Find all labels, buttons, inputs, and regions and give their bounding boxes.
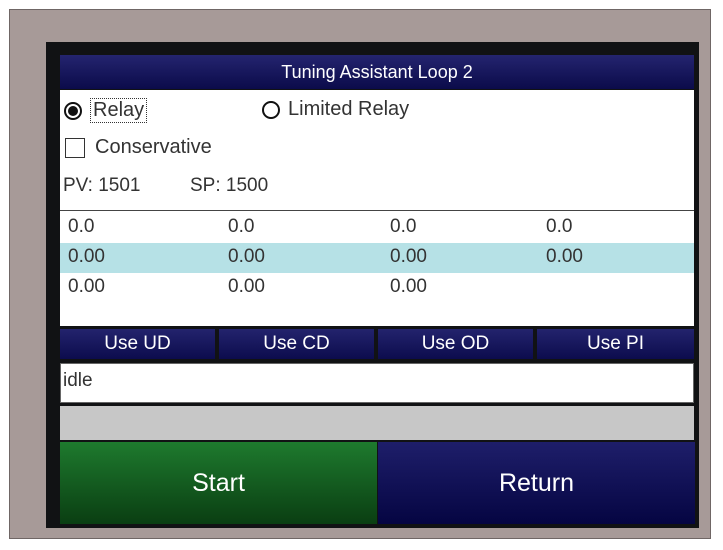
table-row: 0.00 0.00 0.00 0.00 <box>60 243 694 273</box>
conservative-label: Conservative <box>95 136 212 158</box>
table-cell: 0.0 <box>68 216 95 237</box>
table-cell: 0.00 <box>68 276 105 297</box>
table-cell: 0.0 <box>228 216 255 237</box>
start-button[interactable]: Start <box>60 442 377 524</box>
table-cell: 0.0 <box>546 216 573 237</box>
table-row: 0.00 0.00 0.00 <box>60 273 694 303</box>
checkbox-icon <box>65 137 85 158</box>
table-row: 0.0 0.0 0.0 0.0 <box>60 213 694 243</box>
sp-value: SP: 1500 <box>190 175 269 196</box>
use-buttons-row: Use UD Use CD Use OD Use PI <box>60 329 694 359</box>
table-cell: 0.00 <box>228 246 265 267</box>
progress-bar <box>60 406 694 440</box>
limited-relay-label: Limited Relay <box>288 98 410 120</box>
results-table: 0.0 0.0 0.0 0.0 0.00 0.00 0.00 0.00 0.00… <box>60 210 694 326</box>
table-cell: 0.0 <box>390 216 417 237</box>
conservative-checkbox[interactable]: Conservative <box>65 136 212 159</box>
pv-value: PV: 1501 <box>63 175 141 196</box>
table-cell: 0.00 <box>546 246 583 267</box>
table-cell: 0.00 <box>68 246 105 267</box>
status-field: idle <box>60 363 694 403</box>
hmi-screen: Tuning Assistant Loop 2 Relay Limited Re… <box>46 42 699 528</box>
radio-unselected-icon <box>262 100 280 119</box>
table-cell: 0.00 <box>390 276 427 297</box>
options-panel: Relay Limited Relay Conservative PV: 150… <box>60 90 694 210</box>
table-cell: 0.00 <box>390 246 427 267</box>
use-od-button[interactable]: Use OD <box>378 329 533 359</box>
relay-radio[interactable]: Relay <box>64 98 148 123</box>
use-pi-button[interactable]: Use PI <box>537 329 694 359</box>
page-title: Tuning Assistant Loop 2 <box>60 55 694 89</box>
relay-label: Relay <box>90 98 148 123</box>
limited-relay-radio[interactable]: Limited Relay <box>262 98 409 121</box>
table-cell: 0.00 <box>228 276 265 297</box>
use-cd-button[interactable]: Use CD <box>219 329 374 359</box>
device-bezel: Tuning Assistant Loop 2 Relay Limited Re… <box>9 9 711 539</box>
return-button[interactable]: Return <box>378 442 695 524</box>
use-ud-button[interactable]: Use UD <box>60 329 215 359</box>
radio-selected-icon <box>64 101 82 120</box>
